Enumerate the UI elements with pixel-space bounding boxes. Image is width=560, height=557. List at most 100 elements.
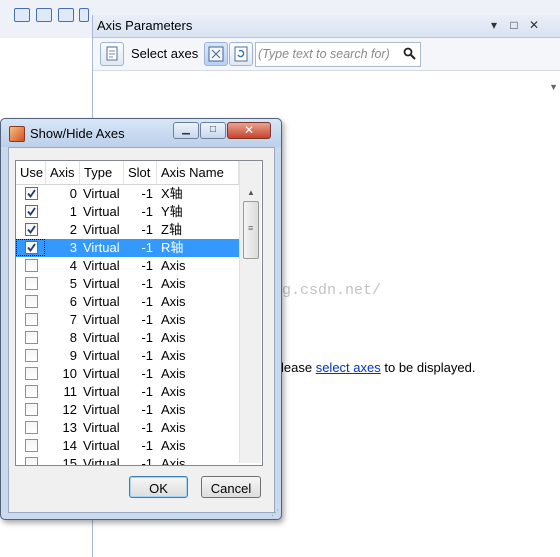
use-checkbox[interactable] (25, 439, 38, 452)
col-axis-name-header[interactable]: Axis Name (157, 161, 239, 184)
type-cell: Virtual (83, 366, 120, 381)
scroll-up-icon[interactable]: ▲ (247, 188, 255, 197)
table-row[interactable]: 13 Virtual -1 Axis (16, 419, 239, 437)
use-checkbox[interactable] (25, 259, 38, 272)
slot-cell: -1 (141, 312, 153, 327)
select-axes-link[interactable]: select axes (316, 360, 381, 375)
page-button[interactable] (100, 42, 124, 66)
type-cell: Virtual (83, 204, 120, 219)
panel-maximize-icon[interactable]: □ (507, 17, 521, 33)
use-checkbox[interactable] (25, 295, 38, 308)
toolbar-window-icon[interactable] (14, 8, 30, 22)
show-hide-axes-dialog: Show/Hide Axes ▁ □ ✕ Use Axis Type Slot … (0, 118, 282, 520)
axis-name-cell: Axis (161, 402, 186, 417)
type-cell: Virtual (83, 420, 120, 435)
use-checkbox[interactable] (25, 187, 38, 200)
axes-list[interactable]: Use Axis Type Slot Axis Name 0 Virtual -1 X… (15, 160, 263, 466)
table-row[interactable]: 5 Virtual -1 Axis (16, 275, 239, 293)
slot-cell: -1 (141, 420, 153, 435)
ok-button[interactable]: OK (129, 476, 188, 498)
use-checkbox[interactable] (25, 421, 38, 434)
col-slot-header[interactable]: Slot (124, 161, 157, 184)
table-row[interactable]: 1 Virtual -1 Y轴 (16, 203, 239, 221)
toolbar-comment2-icon[interactable] (58, 8, 74, 22)
search-box (255, 42, 421, 67)
table-row[interactable]: 3 Virtual -1 R轴 (16, 239, 239, 257)
use-checkbox[interactable] (25, 277, 38, 290)
use-checkbox[interactable] (25, 313, 38, 326)
slot-cell: -1 (141, 186, 153, 201)
slot-cell: -1 (141, 276, 153, 291)
thumb-grip-icon: ≡ (248, 223, 254, 233)
axis-name-cell: Axis (161, 348, 186, 363)
select-axes-button[interactable] (204, 42, 228, 66)
use-checkbox[interactable] (25, 385, 38, 398)
list-header: Use Axis Type Slot Axis Name (16, 161, 239, 185)
toolbar-comment-icon[interactable] (36, 8, 52, 22)
use-checkbox[interactable] (25, 367, 38, 380)
col-use-header[interactable]: Use (16, 161, 46, 184)
axis-cell: 1 (69, 204, 77, 219)
use-checkbox[interactable] (25, 205, 38, 218)
type-cell: Virtual (83, 258, 120, 273)
slot-cell: -1 (141, 294, 153, 309)
type-cell: Virtual (83, 402, 120, 417)
dialog-title: Show/Hide Axes (30, 126, 125, 141)
toolbar-flag-icon[interactable] (79, 8, 89, 22)
vertical-scrollbar[interactable]: ▲ ≡ (239, 161, 261, 463)
search-icon[interactable] (403, 47, 416, 60)
table-row[interactable]: 15 Virtual -1 Axis (16, 455, 239, 465)
table-row[interactable]: 9 Virtual -1 Axis (16, 347, 239, 365)
use-checkbox[interactable] (25, 349, 38, 362)
axis-cell: 12 (62, 402, 77, 417)
use-checkbox[interactable] (25, 241, 38, 254)
col-axis-header[interactable]: Axis (46, 161, 80, 184)
close-button[interactable]: ✕ (227, 122, 271, 139)
axis-cell: 5 (69, 276, 77, 291)
axis-name-cell: Axis (161, 276, 186, 291)
table-row[interactable]: 4 Virtual -1 Axis (16, 257, 239, 275)
table-row[interactable]: 2 Virtual -1 Z轴 (16, 221, 239, 239)
use-checkbox[interactable] (25, 331, 38, 344)
axis-name-cell: Y轴 (161, 204, 183, 219)
axis-cell: 13 (62, 420, 77, 435)
type-cell: Virtual (83, 348, 120, 363)
table-row[interactable]: 7 Virtual -1 Axis (16, 311, 239, 329)
resize-grip-icon[interactable]: ⋰ (271, 508, 279, 517)
use-checkbox[interactable] (25, 403, 38, 416)
axis-name-cell: Axis (161, 330, 186, 345)
slot-cell: -1 (141, 222, 153, 237)
minimize-button[interactable]: ▁ (173, 122, 199, 139)
table-row[interactable]: 8 Virtual -1 Axis (16, 329, 239, 347)
table-row[interactable]: 11 Virtual -1 Axis (16, 383, 239, 401)
check-icon (27, 225, 36, 234)
cancel-button[interactable]: Cancel (201, 476, 261, 498)
table-row[interactable]: 12 Virtual -1 Axis (16, 401, 239, 419)
type-cell: Virtual (83, 294, 120, 309)
slot-cell: -1 (141, 204, 153, 219)
select-axes-icon (208, 46, 224, 62)
search-input[interactable] (258, 45, 398, 62)
panel-close-icon[interactable]: ✕ (527, 17, 541, 33)
panel-menu-icon[interactable]: ▾ (487, 17, 501, 33)
axis-cell: 6 (69, 294, 77, 309)
refresh-button[interactable] (229, 42, 253, 66)
slot-cell: -1 (141, 348, 153, 363)
select-axes-label[interactable]: Select axes (131, 46, 198, 61)
chevron-down-icon[interactable]: ▼ (549, 82, 558, 92)
use-checkbox[interactable] (25, 223, 38, 236)
table-row[interactable]: 6 Virtual -1 Axis (16, 293, 239, 311)
table-row[interactable]: 14 Virtual -1 Axis (16, 437, 239, 455)
table-row[interactable]: 0 Virtual -1 X轴 (16, 185, 239, 203)
type-cell: Virtual (83, 186, 120, 201)
axis-name-cell: Axis (161, 312, 186, 327)
use-checkbox[interactable] (25, 457, 38, 465)
slot-cell: -1 (141, 258, 153, 273)
maximize-button[interactable]: □ (200, 122, 226, 139)
panel-toolbar: Select axes ▼ (93, 38, 560, 92)
message-prefix: lease (281, 360, 313, 375)
dialog-titlebar[interactable]: Show/Hide Axes ▁ □ ✕ (1, 119, 281, 147)
table-row[interactable]: 10 Virtual -1 Axis (16, 365, 239, 383)
col-type-header[interactable]: Type (80, 161, 124, 184)
dialog-app-icon (9, 126, 25, 142)
